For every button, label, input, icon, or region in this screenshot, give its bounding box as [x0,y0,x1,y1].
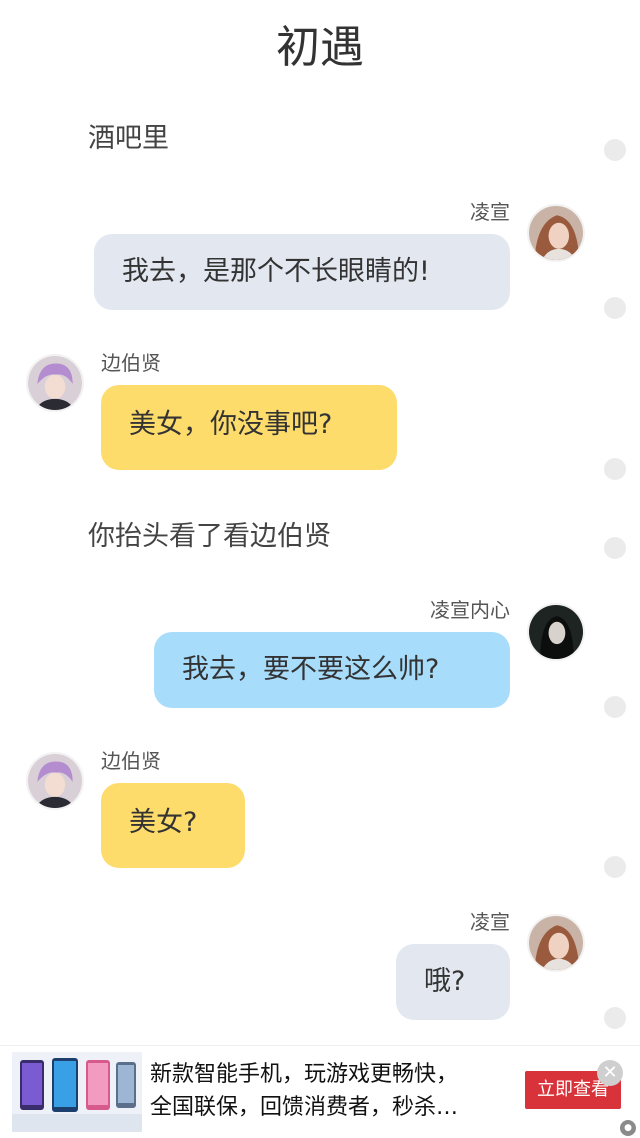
speaker-name: 边伯贤 [101,749,161,773]
timeline-dot[interactable] [604,458,626,480]
girl-portrait-avatar[interactable] [527,204,585,262]
story-page: 初遇 酒吧里 凌宣 我去，是那个不长眼睛的! 边伯贤 美女，你没事吧? 你抬头看… [0,0,640,1138]
timeline-dot[interactable] [604,537,626,559]
ad-badge-icon: ● [620,1120,636,1136]
ad-banner[interactable]: 新款智能手机，玩游戏更畅快， 全国联保，回馈消费者，秒杀… 立即查看 ✕ [0,1045,640,1138]
message-bubble[interactable]: 美女? [101,783,245,868]
timeline-dot[interactable] [604,696,626,718]
speaker-name: 凌宣内心 [430,598,510,622]
boy-portrait-avatar[interactable] [26,354,84,412]
timeline-dot[interactable] [604,139,626,161]
ad-phone-image[interactable] [12,1052,142,1132]
narration-text: 酒吧里 [88,123,169,154]
message-bubble[interactable]: 我去，是那个不长眼睛的! [94,234,510,310]
boy-portrait-avatar[interactable] [26,752,84,810]
close-icon[interactable]: ✕ [597,1060,623,1086]
girl-portrait-avatar[interactable] [527,914,585,972]
timeline-dot[interactable] [604,856,626,878]
page-title: 初遇 [276,22,364,73]
speaker-name: 边伯贤 [101,351,161,375]
narration-text: 你抬头看了看边伯贤 [88,521,331,552]
dark-girl-avatar[interactable] [527,603,585,661]
timeline-dot[interactable] [604,1007,626,1029]
message-bubble[interactable]: 我去，要不要这么帅? [154,632,510,708]
ad-description[interactable]: 新款智能手机，玩游戏更畅快， 全国联保，回馈消费者，秒杀… [150,1058,510,1124]
speaker-name: 凌宣 [470,200,510,224]
ad-text-line: 全国联保，回馈消费者，秒杀… [150,1095,459,1120]
message-bubble[interactable]: 哦? [396,944,510,1020]
speaker-name: 凌宣 [470,910,510,934]
timeline-dot[interactable] [604,297,626,319]
ad-text-line: 新款智能手机，玩游戏更畅快， [150,1062,459,1087]
message-bubble[interactable]: 美女，你没事吧? [101,385,397,470]
